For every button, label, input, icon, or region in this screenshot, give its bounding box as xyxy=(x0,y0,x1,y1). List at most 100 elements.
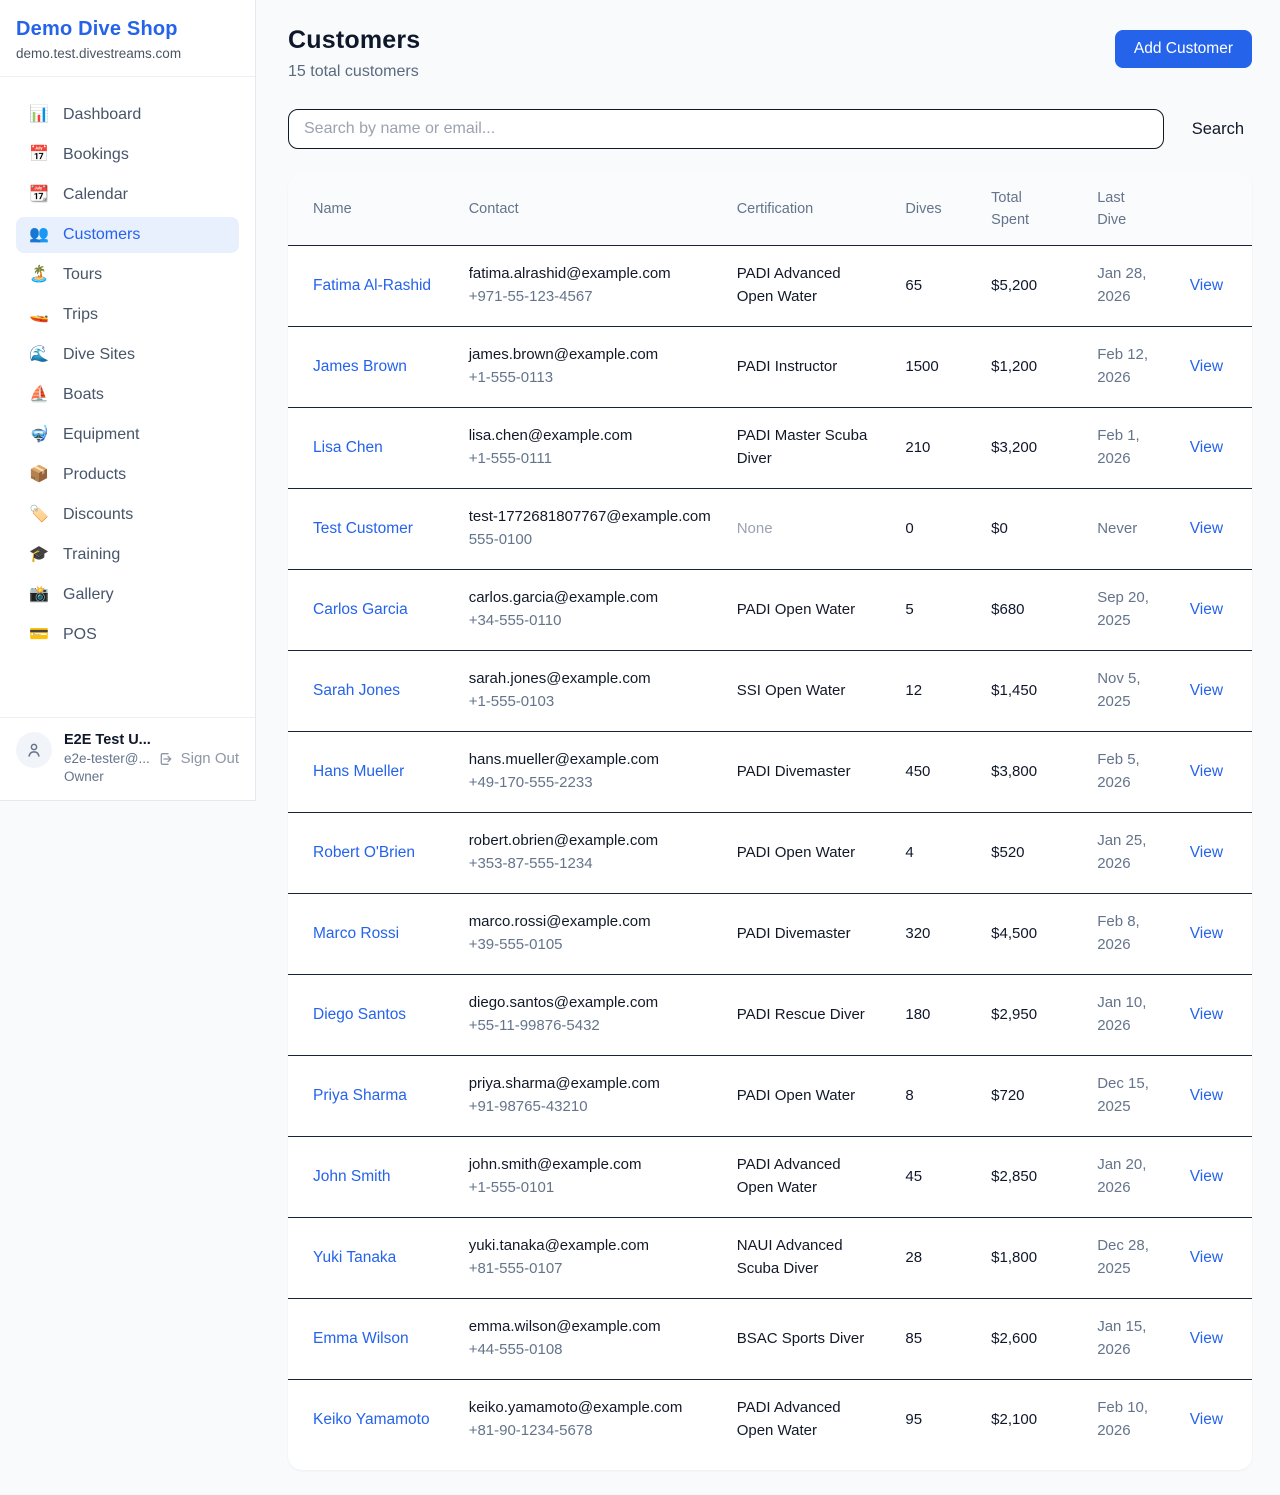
customer-email: yuki.tanaka@example.com xyxy=(469,1235,713,1258)
sidebar-item-label: Trips xyxy=(63,306,98,324)
sidebar-item-calendar[interactable]: 📆Calendar xyxy=(16,177,239,213)
customer-email: priya.sharma@example.com xyxy=(469,1073,713,1096)
view-customer-link[interactable]: View xyxy=(1190,1411,1223,1428)
customer-total-spent: $2,600 xyxy=(979,1298,1085,1379)
view-customer-link[interactable]: View xyxy=(1190,1330,1223,1347)
sidebar-item-equipment[interactable]: 🤿Equipment xyxy=(16,417,239,453)
customer-certification: PADI Divemaster xyxy=(737,923,882,946)
customer-total-spent: $2,850 xyxy=(979,1136,1085,1217)
customer-name-link[interactable]: Emma Wilson xyxy=(313,1327,409,1351)
customer-dives: 0 xyxy=(893,488,979,569)
customer-email: diego.santos@example.com xyxy=(469,992,713,1015)
customer-certification: PADI Rescue Diver xyxy=(737,1004,882,1027)
search-bar: Search xyxy=(288,109,1252,149)
customers-icon: 👥 xyxy=(28,227,50,243)
customer-certification: PADI Open Water xyxy=(737,1085,882,1108)
sidebar: Demo Dive Shop demo.test.divestreams.com… xyxy=(0,0,256,801)
view-customer-link[interactable]: View xyxy=(1190,439,1223,456)
sidebar-item-pos[interactable]: 💳POS xyxy=(16,617,239,653)
customer-dives: 85 xyxy=(893,1298,979,1379)
discounts-icon: 🏷️ xyxy=(28,507,50,523)
sidebar-item-dashboard[interactable]: 📊Dashboard xyxy=(16,97,239,133)
customer-last-dive: Feb 1, 2026 xyxy=(1085,407,1178,488)
customer-row: Lisa Chenlisa.chen@example.com+1-555-011… xyxy=(288,407,1252,488)
sidebar-item-label: Bookings xyxy=(63,146,129,164)
sidebar-item-bookings[interactable]: 📅Bookings xyxy=(16,137,239,173)
sidebar-item-trips[interactable]: 🚤 Trips xyxy=(16,297,239,333)
customer-name-link[interactable]: Keiko Yamamoto xyxy=(313,1408,430,1432)
column-header-certification: Certification xyxy=(725,174,894,245)
customers-table: NameContactCertificationDivesTotal Spent… xyxy=(288,174,1252,1460)
customer-total-spent: $1,200 xyxy=(979,326,1085,407)
customer-certification: PADI Open Water xyxy=(737,599,882,622)
customer-total-spent: $3,800 xyxy=(979,731,1085,812)
customer-phone: +971-55-123-4567 xyxy=(469,286,713,309)
sidebar-item-label: Tours xyxy=(63,266,102,284)
view-customer-link[interactable]: View xyxy=(1190,925,1223,942)
sign-out-button[interactable]: Sign Out xyxy=(158,750,239,767)
sidebar-item-training[interactable]: 🎓Training xyxy=(16,537,239,573)
view-customer-link[interactable]: View xyxy=(1190,1168,1223,1185)
customer-name-link[interactable]: Marco Rossi xyxy=(313,922,399,946)
column-header-dives: Dives xyxy=(893,174,979,245)
sidebar-item-label: Dashboard xyxy=(63,106,141,124)
customer-total-spent: $0 xyxy=(979,488,1085,569)
customer-name-link[interactable]: Robert O'Brien xyxy=(313,841,415,865)
customer-phone: +1-555-0111 xyxy=(469,448,713,471)
sidebar-item-discounts[interactable]: 🏷️Discounts xyxy=(16,497,239,533)
customer-name-link[interactable]: Priya Sharma xyxy=(313,1084,407,1108)
add-customer-button[interactable]: Add Customer xyxy=(1115,30,1252,68)
brand-name[interactable]: Demo Dive Shop xyxy=(16,18,239,41)
view-customer-link[interactable]: View xyxy=(1190,520,1223,537)
customer-certification: PADI Divemaster xyxy=(737,761,882,784)
customer-name-link[interactable]: James Brown xyxy=(313,355,407,379)
sidebar-item-products[interactable]: 📦Products xyxy=(16,457,239,493)
view-customer-link[interactable]: View xyxy=(1190,844,1223,861)
view-customer-link[interactable]: View xyxy=(1190,1006,1223,1023)
view-customer-link[interactable]: View xyxy=(1190,601,1223,618)
customer-row: Keiko Yamamotokeiko.yamamoto@example.com… xyxy=(288,1379,1252,1460)
customer-last-dive: Feb 12, 2026 xyxy=(1085,326,1178,407)
customer-email: sarah.jones@example.com xyxy=(469,668,713,691)
customer-name-link[interactable]: Test Customer xyxy=(313,517,413,541)
user-email: e2e-tester@... xyxy=(64,751,150,766)
sidebar-item-boats[interactable]: ⛵ Boats xyxy=(16,377,239,413)
view-customer-link[interactable]: View xyxy=(1190,277,1223,294)
customer-phone: +34-555-0110 xyxy=(469,610,713,633)
view-customer-link[interactable]: View xyxy=(1190,358,1223,375)
sidebar-item-dive-sites[interactable]: 🌊Dive Sites xyxy=(16,337,239,373)
customer-name-link[interactable]: Diego Santos xyxy=(313,1003,406,1027)
view-customer-link[interactable]: View xyxy=(1190,1249,1223,1266)
customer-last-dive: Sep 20, 2025 xyxy=(1085,569,1178,650)
customer-name-link[interactable]: Yuki Tanaka xyxy=(313,1246,396,1270)
trips-icon: 🚤 xyxy=(28,307,50,323)
customer-dives: 4 xyxy=(893,812,979,893)
customer-name-link[interactable]: Hans Mueller xyxy=(313,760,404,784)
customer-last-dive: Jan 28, 2026 xyxy=(1085,245,1178,326)
customer-name-link[interactable]: Sarah Jones xyxy=(313,679,400,703)
sidebar-item-gallery[interactable]: 📸Gallery xyxy=(16,577,239,613)
customer-name-link[interactable]: Lisa Chen xyxy=(313,436,383,460)
view-customer-link[interactable]: View xyxy=(1190,1087,1223,1104)
user-role: Owner xyxy=(64,769,239,784)
view-customer-link[interactable]: View xyxy=(1190,682,1223,699)
products-icon: 📦 xyxy=(28,467,50,483)
search-input[interactable] xyxy=(288,109,1164,149)
customer-dives: 95 xyxy=(893,1379,979,1460)
view-customer-link[interactable]: View xyxy=(1190,763,1223,780)
search-button[interactable]: Search xyxy=(1184,114,1252,145)
column-header-action xyxy=(1178,174,1252,245)
sidebar-item-tours[interactable]: 🏝️Tours xyxy=(16,257,239,293)
customer-phone: 555-0100 xyxy=(469,529,713,552)
customer-name-link[interactable]: John Smith xyxy=(313,1165,391,1189)
customer-phone: +1-555-0101 xyxy=(469,1177,713,1200)
customer-name-link[interactable]: Carlos Garcia xyxy=(313,598,408,622)
calendar-icon: 📆 xyxy=(28,187,50,203)
boats-icon: ⛵ xyxy=(28,387,50,403)
customer-total-spent: $680 xyxy=(979,569,1085,650)
sidebar-item-customers[interactable]: 👥Customers xyxy=(16,217,239,253)
sidebar-item-label: Boats xyxy=(63,386,104,404)
customer-dives: 180 xyxy=(893,974,979,1055)
customer-name-link[interactable]: Fatima Al-Rashid xyxy=(313,274,431,298)
sign-out-label: Sign Out xyxy=(181,750,239,767)
